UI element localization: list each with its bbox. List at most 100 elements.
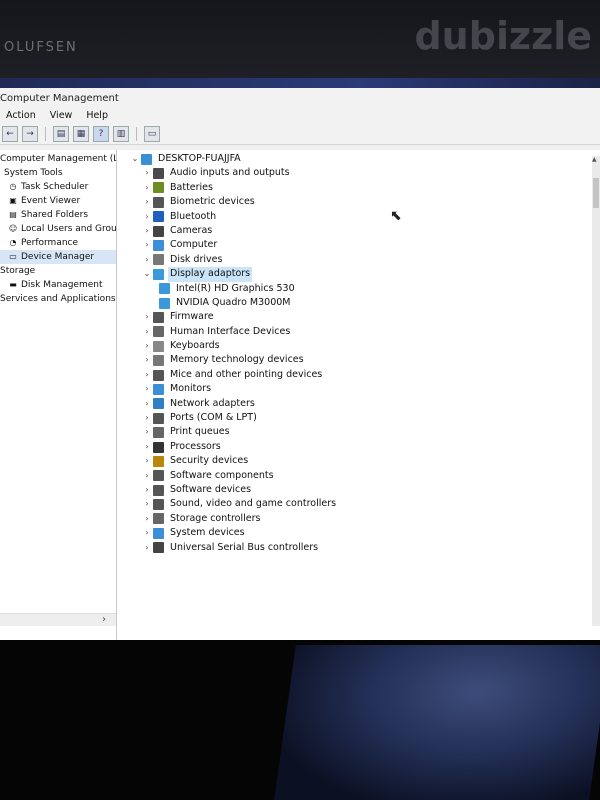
chevron-down-icon[interactable]: ⌄	[141, 267, 153, 281]
hid-icon	[153, 326, 164, 338]
chevron-right-icon[interactable]: ›	[141, 339, 153, 353]
chevron-right-icon[interactable]: ›	[141, 526, 153, 540]
chevron-right-icon[interactable]: ›	[141, 166, 153, 180]
console-tree-item[interactable]: ☺ Local Users and Groups	[0, 222, 116, 236]
chevron-right-icon[interactable]: ›	[141, 353, 153, 367]
computer-management-window: Computer Management Action View Help ← → ▤ ▦?…	[0, 88, 600, 648]
forward-icon[interactable]: →	[22, 126, 38, 142]
scrollbar-thumb[interactable]	[593, 178, 599, 208]
device-category[interactable]: › Computer	[129, 238, 600, 252]
console-tree-item[interactable]: System Tools	[0, 166, 116, 180]
system-device-icon	[153, 527, 164, 539]
console-tree-item[interactable]: ◔ Performance	[0, 236, 116, 250]
chevron-right-icon[interactable]: ›	[141, 224, 153, 238]
device-category[interactable]: › Ports (COM & LPT)	[129, 411, 600, 425]
chevron-right-icon[interactable]: ›	[141, 397, 153, 411]
display-adapter-icon	[159, 283, 170, 295]
camera-icon	[153, 225, 164, 237]
chevron-right-icon[interactable]: ›	[141, 541, 153, 555]
console-tree-label: Performance	[21, 238, 79, 248]
horizontal-scrollbar[interactable]: ›	[0, 613, 116, 626]
device-category[interactable]: ⌄ Display adaptors	[129, 267, 600, 282]
chevron-right-icon[interactable]: ›	[141, 497, 153, 511]
chevron-right-icon[interactable]: ›	[141, 382, 153, 396]
device-label: Monitors	[170, 383, 212, 395]
desktop-wallpaper	[274, 645, 600, 800]
port-icon	[153, 412, 164, 424]
device-item[interactable]: NVIDIA Quadro M3000M	[129, 296, 600, 310]
device-category[interactable]: › Storage controllers	[129, 512, 600, 526]
scroll-right-icon[interactable]: ›	[102, 614, 106, 626]
device-category[interactable]: › System devices	[129, 526, 600, 540]
chevron-right-icon[interactable]: ›	[141, 440, 153, 454]
device-category[interactable]: › Processors	[129, 440, 600, 454]
usb-icon	[153, 542, 164, 554]
device-category[interactable]: › Biometric devices	[129, 195, 600, 209]
device-category[interactable]: › Network adapters	[129, 397, 600, 411]
device-label: Keyboards	[170, 340, 220, 352]
device-category[interactable]: › Software components	[129, 469, 600, 483]
chevron-right-icon[interactable]: ›	[141, 253, 153, 267]
console-tree-item[interactable]: Services and Applications	[0, 292, 116, 306]
console-tree-item[interactable]: ▬ Disk Management	[0, 278, 116, 292]
properties-icon[interactable]: ▦	[73, 126, 89, 142]
chevron-right-icon[interactable]: ›	[141, 483, 153, 497]
device-category[interactable]: › Security devices	[129, 454, 600, 468]
menu-action[interactable]: Action	[6, 108, 36, 124]
device-tree-root[interactable]: ⌄ DESKTOP-FUAJJFA	[129, 152, 600, 166]
device-category[interactable]: › Disk drives	[129, 253, 600, 267]
scroll-up-icon[interactable]: ▲	[592, 156, 597, 163]
chevron-right-icon[interactable]: ›	[141, 469, 153, 483]
device-label: System devices	[170, 527, 245, 539]
chevron-right-icon[interactable]: ›	[141, 325, 153, 339]
chevron-right-icon[interactable]: ›	[141, 368, 153, 382]
chevron-right-icon[interactable]: ›	[141, 411, 153, 425]
console-tree-item[interactable]: ▣ Event Viewer	[0, 194, 116, 208]
toolbar-separator	[136, 127, 137, 141]
device-category[interactable]: › Software devices	[129, 483, 600, 497]
device-category[interactable]: › Memory technology devices	[129, 353, 600, 367]
help-icon[interactable]: ?	[93, 126, 109, 142]
device-category[interactable]: › Print queues	[129, 425, 600, 439]
show-hide-icon[interactable]: ▥	[113, 126, 129, 142]
back-icon[interactable]: ←	[2, 126, 18, 142]
panes: Computer Management (Local System Tools ◷ T…	[0, 150, 600, 644]
console-tree-item[interactable]: Computer Management (Local	[0, 152, 116, 166]
console-tree-item[interactable]: ▭ Device Manager	[0, 250, 116, 264]
device-category[interactable]: › Keyboards	[129, 339, 600, 353]
chevron-right-icon[interactable]: ›	[141, 195, 153, 209]
vertical-scrollbar[interactable]: ▲	[592, 156, 600, 626]
console-tree-item[interactable]: ▤ Shared Folders	[0, 208, 116, 222]
device-item[interactable]: Intel(R) HD Graphics 530	[129, 282, 600, 296]
chevron-right-icon[interactable]: ›	[141, 181, 153, 195]
disk-management-icon: ▬	[9, 280, 17, 289]
menu-view[interactable]: View	[50, 108, 73, 124]
device-category[interactable]: › Cameras	[129, 224, 600, 238]
chevron-right-icon[interactable]: ›	[141, 425, 153, 439]
folder-icon[interactable]: ▤	[53, 126, 69, 142]
keyboard-icon	[153, 340, 164, 352]
device-category[interactable]: › Batteries	[129, 181, 600, 195]
device-category[interactable]: › Human Interface Devices	[129, 325, 600, 339]
device-label: Biometric devices	[170, 196, 255, 208]
chevron-right-icon[interactable]: ›	[141, 310, 153, 324]
computer-icon	[141, 153, 152, 165]
device-category[interactable]: › Audio inputs and outputs	[129, 166, 600, 180]
device-category[interactable]: › Mice and other pointing devices	[129, 368, 600, 382]
monitor-icon	[153, 383, 164, 395]
mouse-icon	[153, 369, 164, 381]
device-category[interactable]: › Universal Serial Bus controllers	[129, 541, 600, 555]
device-category[interactable]: › Sound, video and game controllers	[129, 497, 600, 511]
chevron-right-icon[interactable]: ›	[141, 238, 153, 252]
menu-help[interactable]: Help	[86, 108, 108, 124]
console-tree-item[interactable]: Storage	[0, 264, 116, 278]
chevron-down-icon[interactable]: ⌄	[129, 152, 141, 166]
chevron-right-icon[interactable]: ›	[141, 210, 153, 224]
chevron-right-icon[interactable]: ›	[141, 454, 153, 468]
monitor-icon[interactable]: ▭	[144, 126, 160, 142]
device-category[interactable]: › Monitors	[129, 382, 600, 396]
device-category[interactable]: › Firmware	[129, 310, 600, 324]
chevron-right-icon[interactable]: ›	[141, 512, 153, 526]
console-tree-item[interactable]: ◷ Task Scheduler	[0, 180, 116, 194]
device-category[interactable]: › Bluetooth	[129, 210, 600, 224]
